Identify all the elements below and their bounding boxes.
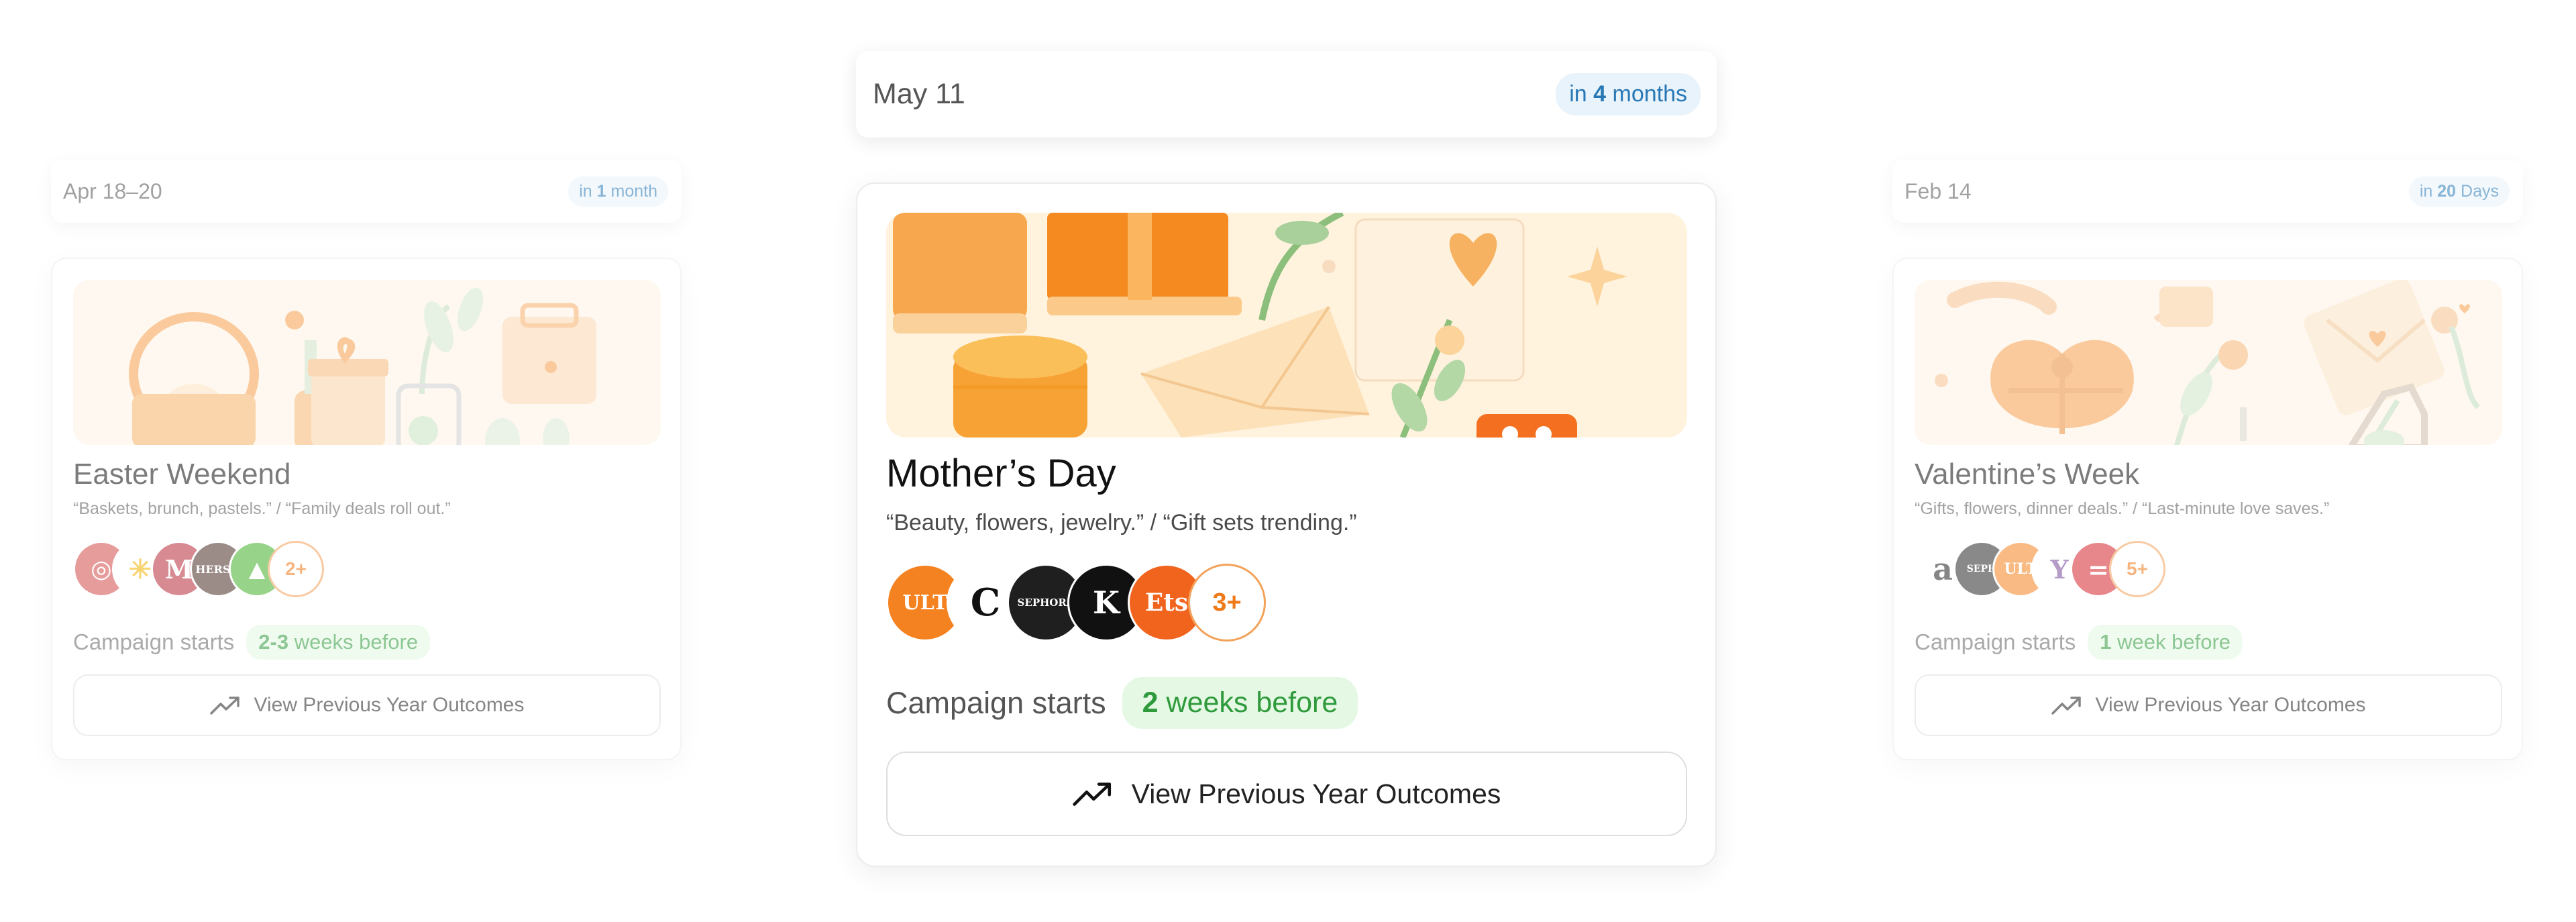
- brand-logo-stack: ULT C SEPHORA K Ets 3+: [886, 564, 1266, 642]
- event-date-bar: May 11 in 4 months: [856, 51, 1717, 138]
- campaign-start-badge: 1 week before: [2088, 625, 2243, 660]
- campaign-start-row: Campaign starts 1 week before: [1915, 625, 2243, 660]
- campaign-start-badge: 2 weeks before: [1122, 677, 1358, 729]
- event-column-mothers-day: May 11 in 4 months Mother’s Day “Beauty,…: [856, 51, 1717, 867]
- trending-up-icon: [1072, 782, 1111, 806]
- view-outcomes-label: View Previous Year Outcomes: [2095, 694, 2366, 716]
- event-date-bar: Apr 18–20 in 1 month: [51, 160, 682, 223]
- brand-more-count: 3+: [1188, 564, 1266, 642]
- campaign-start-badge: 2-3 weeks before: [246, 625, 431, 660]
- campaign-start-row: Campaign starts 2 weeks before: [886, 677, 1358, 729]
- campaign-start-label: Campaign starts: [1915, 629, 2076, 654]
- view-outcomes-label: View Previous Year Outcomes: [1131, 778, 1501, 809]
- event-title: Mother’s Day: [886, 452, 1116, 495]
- event-banner-image: [73, 280, 661, 445]
- event-title: Valentine’s Week: [1915, 458, 2140, 491]
- event-banner-image: [1915, 280, 2502, 445]
- countdown-badge: in 1 month: [568, 176, 668, 207]
- event-trend-quote: “Beauty, flowers, jewelry.” / “Gift sets…: [886, 510, 1357, 535]
- event-card: Mother’s Day “Beauty, flowers, jewelry.”…: [856, 183, 1717, 867]
- event-banner-image: [886, 213, 1687, 438]
- event-title: Easter Weekend: [73, 458, 291, 491]
- brand-logo-stack: a SEPH ULT Y = 5+: [1915, 541, 2165, 597]
- countdown-badge: in 4 months: [1556, 73, 1701, 115]
- view-outcomes-button[interactable]: View Previous Year Outcomes: [73, 674, 661, 736]
- event-date: Feb 14: [1904, 178, 1972, 203]
- event-card: Easter Weekend “Baskets, brunch, pastels…: [51, 258, 682, 760]
- event-column-valentines: Feb 14 in 20 Days Valentine’s Week “Gift…: [1892, 160, 2523, 760]
- event-card: Valentine’s Week “Gifts, flowers, dinner…: [1892, 258, 2523, 760]
- view-outcomes-button[interactable]: View Previous Year Outcomes: [886, 752, 1687, 836]
- event-date: Apr 18–20: [63, 178, 162, 203]
- event-date-bar: Feb 14 in 20 Days: [1892, 160, 2523, 223]
- event-column-easter: Apr 18–20 in 1 month Easter Weekend “Bas…: [51, 160, 682, 760]
- campaign-start-row: Campaign starts 2-3 weeks before: [73, 625, 431, 660]
- countdown-badge: in 20 Days: [2408, 176, 2510, 207]
- brand-more-count: 2+: [268, 541, 324, 597]
- event-trend-quote: “Baskets, brunch, pastels.” / “Family de…: [73, 499, 451, 518]
- brand-logo-stack: ◎ ✳ M HERSH ▲ 2+: [73, 541, 324, 597]
- brand-more-count: 5+: [2109, 541, 2165, 597]
- campaign-start-label: Campaign starts: [73, 629, 235, 654]
- trending-up-icon: [2051, 697, 2081, 715]
- campaign-start-label: Campaign starts: [886, 685, 1106, 720]
- view-outcomes-label: View Previous Year Outcomes: [254, 694, 525, 716]
- event-trend-quote: “Gifts, flowers, dinner deals.” / “Last-…: [1915, 499, 2330, 518]
- event-date: May 11: [873, 78, 965, 110]
- view-outcomes-button[interactable]: View Previous Year Outcomes: [1915, 674, 2502, 736]
- trending-up-icon: [209, 697, 239, 715]
